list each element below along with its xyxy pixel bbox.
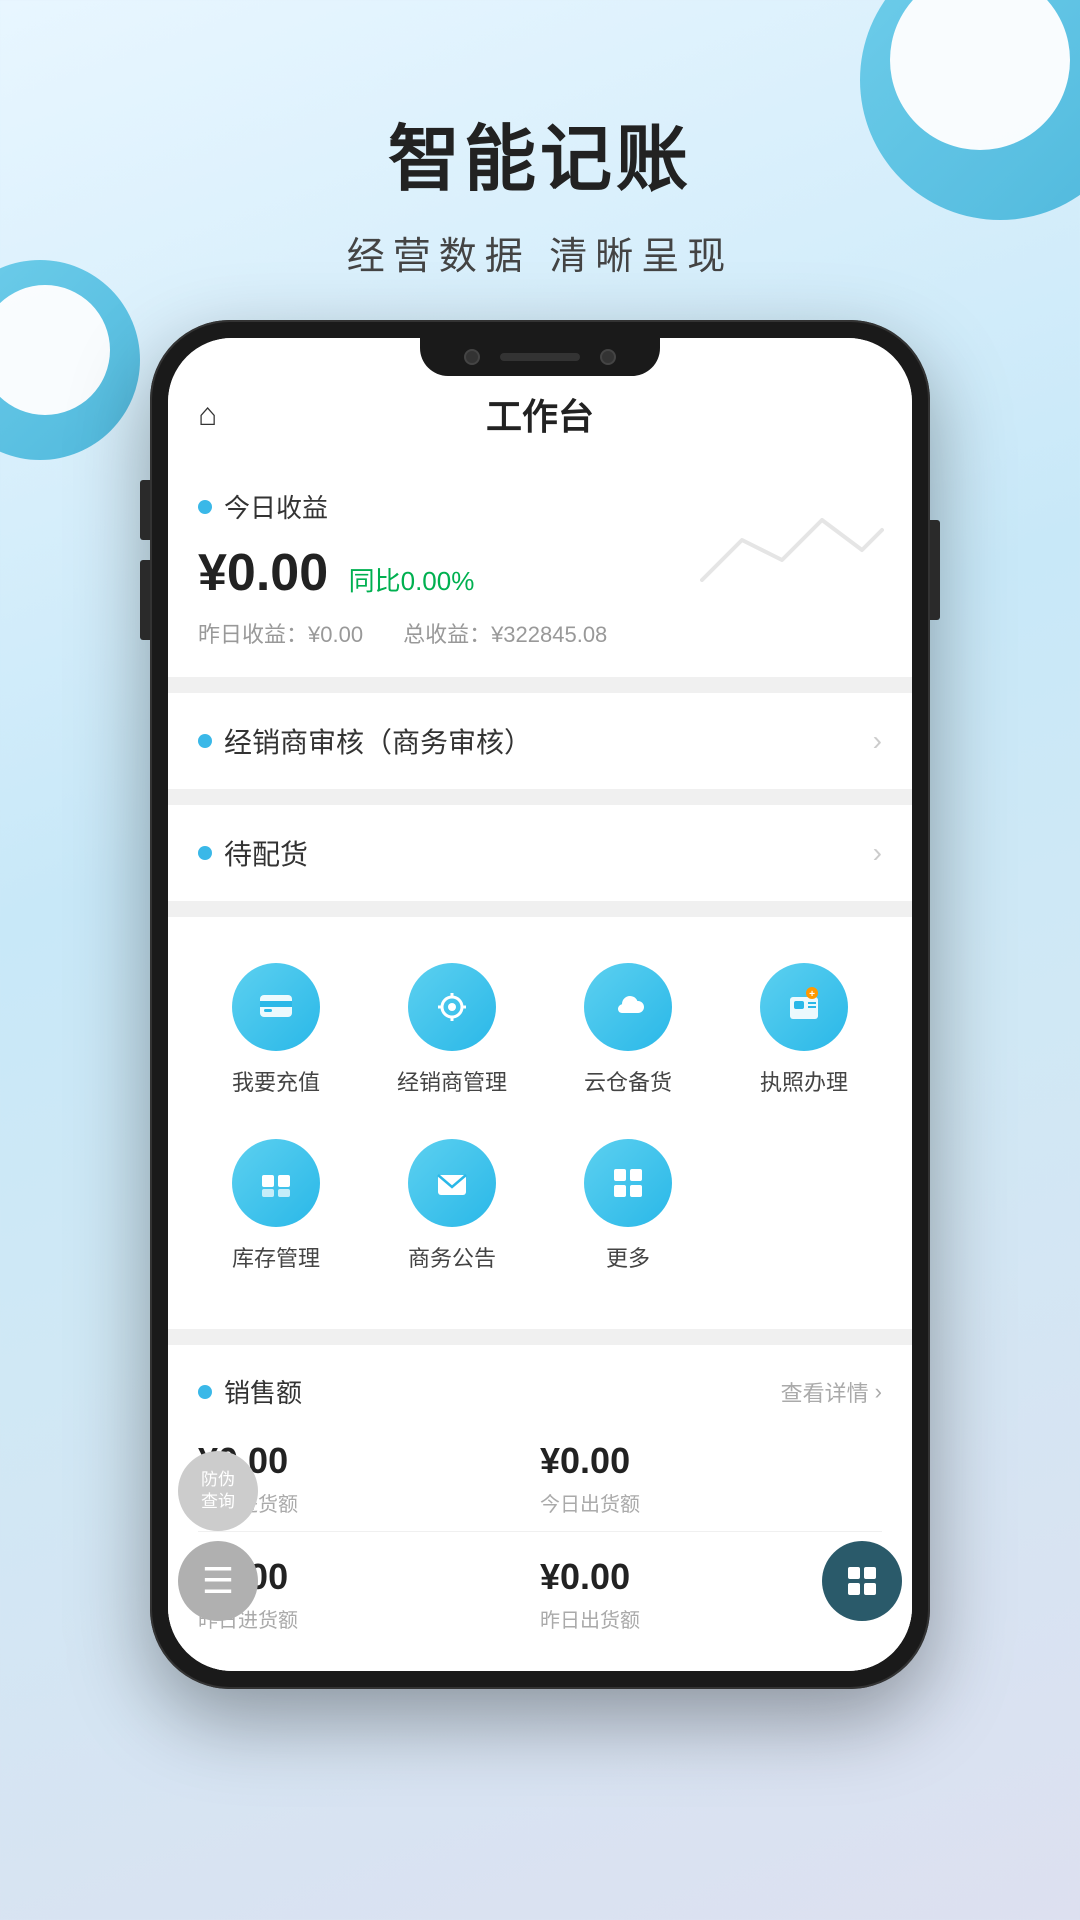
sales-card: 销售额 查看详情 › ¥0.00 今日进货额 ¥0.00: [168, 1345, 912, 1671]
app-scroll-content: 今日收益 ¥0.00 同比0.00%: [168, 460, 912, 1671]
phone-power-button: [930, 520, 940, 620]
business-notice-icon-circle: [408, 1139, 496, 1227]
yesterday-earnings: 昨日收益：¥0.00: [198, 617, 363, 649]
total-earnings: 总收益：¥322845.08: [403, 617, 607, 649]
home-icon[interactable]: ⌂: [198, 396, 217, 433]
dealer-review-label: 经销商审核（商务审核）: [198, 721, 532, 761]
license-icon-circle: +: [760, 963, 848, 1051]
bg-circle-left: [0, 260, 140, 460]
today-out-item: ¥0.00 今日出货额: [540, 1430, 882, 1527]
dealer-review-card[interactable]: 经销商审核（商务审核） ›: [168, 693, 912, 789]
dot-pending: [198, 846, 212, 860]
dot-dealer: [198, 734, 212, 748]
phone-notch: [420, 338, 660, 376]
icon-more[interactable]: 更多: [540, 1123, 716, 1289]
header-section: 智能记账 经营数据 清晰呈现: [0, 100, 1080, 280]
phone-mockup: ⌂ 工作台 今日收益 ¥0.: [150, 320, 930, 1689]
icon-inventory[interactable]: 库存管理: [188, 1123, 364, 1289]
sales-grid-row2: ¥0.00 昨日进货额 ¥0.00 昨日出货额: [198, 1536, 882, 1643]
earnings-compare: 同比0.00%: [349, 566, 475, 596]
yesterday-in-label: 昨日进货额: [198, 1604, 540, 1633]
cloud-stock-label: 云仓备货: [584, 1065, 672, 1097]
sales-header: 销售额 查看详情 ›: [198, 1373, 882, 1410]
icon-business-notice[interactable]: 商务公告: [364, 1123, 540, 1289]
nav-title: 工作台: [486, 388, 594, 440]
fab-anti-fake-button[interactable]: 防伪查询: [178, 1451, 258, 1531]
dot-earnings: [198, 500, 212, 514]
icon-grid-card: 我要充值: [168, 917, 912, 1329]
sales-section-label: 销售额: [198, 1373, 302, 1410]
header-title: 智能记账: [0, 100, 1080, 205]
notch-camera: [464, 349, 480, 365]
earnings-card: 今日收益 ¥0.00 同比0.00%: [168, 460, 912, 677]
today-out-label: 今日出货额: [540, 1488, 882, 1517]
dealer-mgmt-label: 经销商管理: [397, 1065, 507, 1097]
sales-grid-row1: ¥0.00 今日进货额 ¥0.00 今日出货额: [198, 1430, 882, 1527]
header-subtitle: 经营数据 清晰呈现: [0, 225, 1080, 280]
yesterday-out-label: 昨日出货额: [540, 1604, 882, 1633]
more-icon-circle: [584, 1139, 672, 1227]
today-out-amount: ¥0.00: [540, 1440, 882, 1482]
earnings-sub-info: 昨日收益：¥0.00 总收益：¥322845.08: [198, 617, 882, 649]
cloud-stock-icon-circle: [584, 963, 672, 1051]
recharge-label: 我要充值: [232, 1065, 320, 1097]
pending-delivery-label: 待配货: [198, 833, 308, 873]
phone-screen: ⌂ 工作台 今日收益 ¥0.: [168, 338, 912, 1671]
icon-grid-row2: 库存管理 商务公告: [188, 1123, 892, 1289]
icon-license[interactable]: + 执照办理: [716, 947, 892, 1113]
more-label: 更多: [606, 1241, 650, 1273]
dot-sales: [198, 1385, 212, 1399]
inventory-icon-circle: [232, 1139, 320, 1227]
pending-delivery-chevron: ›: [873, 837, 882, 869]
icon-dealer-mgmt[interactable]: 经销商管理: [364, 947, 540, 1113]
pending-delivery-card[interactable]: 待配货 ›: [168, 805, 912, 901]
earnings-amount: ¥0.00: [198, 543, 328, 603]
icon-recharge[interactable]: 我要充值: [188, 947, 364, 1113]
recharge-icon-circle: [232, 963, 320, 1051]
notch-camera-2: [600, 349, 616, 365]
license-label: 执照办理: [760, 1065, 848, 1097]
svg-text:+: +: [809, 989, 815, 1000]
fab-grid-button[interactable]: [822, 1541, 902, 1621]
business-notice-label: 商务公告: [408, 1241, 496, 1273]
icon-grid-row1: 我要充值: [188, 947, 892, 1113]
phone-outer: ⌂ 工作台 今日收益 ¥0.: [150, 320, 930, 1689]
inventory-label: 库存管理: [232, 1241, 320, 1273]
sales-divider: [198, 1531, 882, 1532]
phone-vol-down-button: [140, 560, 150, 640]
phone-vol-up-button: [140, 480, 150, 540]
sales-detail-link[interactable]: 查看详情 ›: [781, 1376, 882, 1408]
notch-speaker: [500, 353, 580, 361]
icon-cloud-stock[interactable]: 云仓备货: [540, 947, 716, 1113]
dealer-review-chevron: ›: [873, 725, 882, 757]
dealer-mgmt-icon-circle: [408, 963, 496, 1051]
sparkline-chart: [692, 500, 892, 605]
fab-list-button[interactable]: ☰: [178, 1541, 258, 1621]
